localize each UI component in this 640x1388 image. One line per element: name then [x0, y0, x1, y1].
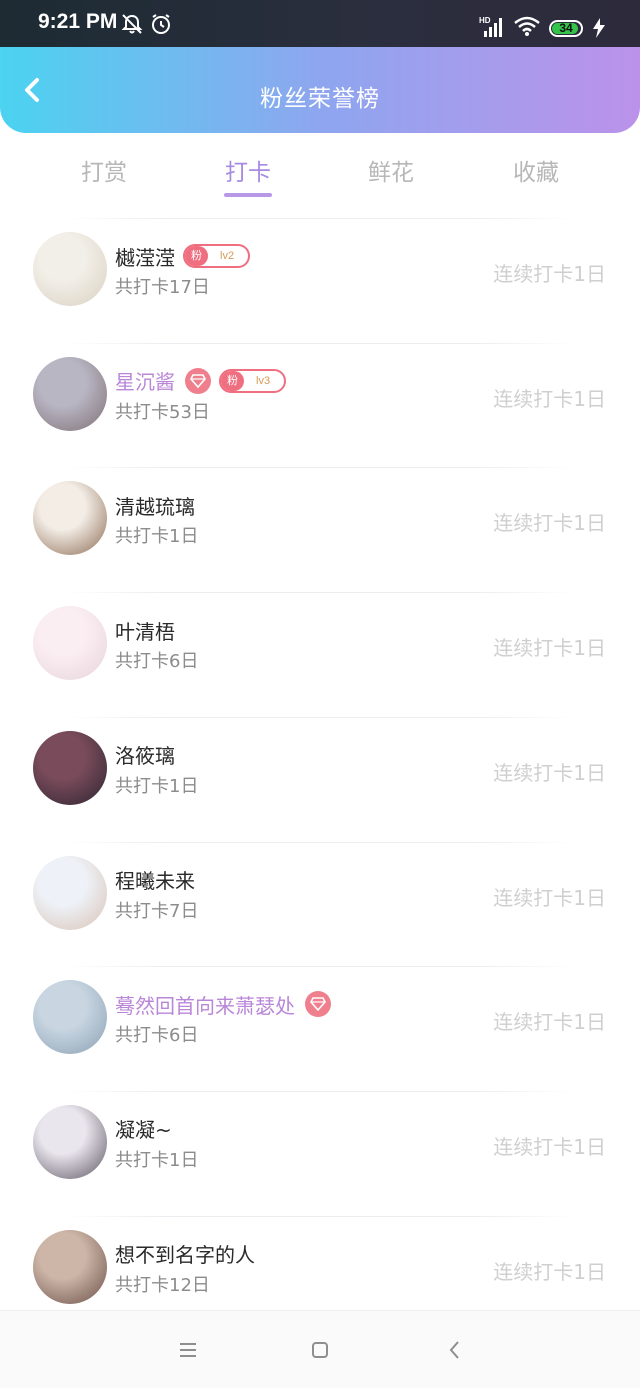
svg-text:HD: HD: [479, 16, 491, 25]
row-divider: [64, 966, 576, 968]
list-item[interactable]: 清越琉璃共打卡1日 连续打卡1日: [0, 467, 640, 591]
list-item[interactable]: 蓦然回首向来萧瑟处 共打卡6日 连续打卡1日: [0, 966, 640, 1090]
tab-bar: 打赏 打卡 鲜花 收藏: [0, 133, 640, 219]
status-bar: 9:21 PM HD 34: [0, 0, 640, 47]
user-name: 洛筱璃: [115, 744, 175, 769]
user-name: 樾滢滢: [115, 245, 175, 270]
row-divider: [64, 467, 576, 469]
row-divider: [64, 716, 576, 718]
list-item[interactable]: 程曦未来共打卡7日 连续打卡1日: [0, 841, 640, 966]
total-checkins: 共打卡7日: [115, 900, 199, 922]
row-divider: [64, 342, 576, 344]
user-name: 程曦未来: [115, 869, 195, 893]
list-item[interactable]: 凝凝~ 共打卡1日 连续打卡1日: [0, 1090, 640, 1215]
avatar[interactable]: [33, 606, 107, 681]
mute-bell-icon: [121, 14, 143, 34]
total-checkins: 共打卡12日: [115, 1274, 210, 1296]
total-checkins: 共打卡6日: [115, 651, 199, 673]
avatar[interactable]: [33, 980, 107, 1055]
avatar[interactable]: [33, 1229, 107, 1304]
name-line: 凝凝~: [115, 1115, 172, 1143]
active-tab-indicator: [224, 193, 272, 197]
avatar[interactable]: [33, 1104, 107, 1179]
avatar[interactable]: [33, 481, 107, 556]
streak-checkins: 连续打卡1日: [493, 1134, 606, 1159]
name-line: 星沉酱 粉 lv3: [115, 367, 287, 395]
row-divider: [64, 1215, 576, 1217]
streak-checkins: 连续打卡1日: [493, 636, 606, 661]
fan-level-badge: 粉 lv2: [183, 244, 251, 268]
tab-checkin[interactable]: 打卡: [188, 153, 308, 187]
user-name: 星沉酱: [115, 370, 175, 395]
total-checkins: 共打卡1日: [115, 1149, 199, 1171]
status-time: 9:21 PM: [38, 10, 118, 33]
streak-checkins: 连续打卡1日: [493, 386, 606, 411]
avatar[interactable]: [33, 730, 107, 805]
streak-checkins: 连续打卡1日: [493, 262, 606, 286]
fan-badge-label: 粉: [221, 370, 244, 391]
name-line: 洛筱璃: [115, 741, 175, 769]
avatar[interactable]: [33, 356, 107, 431]
header: 9:21 PM HD 34 粉丝荣誉榜: [0, 0, 640, 133]
total-checkins: 共打卡1日: [115, 775, 199, 797]
name-line: 程曦未来: [115, 866, 195, 894]
row-divider: [64, 841, 576, 843]
list-item[interactable]: 洛筱璃共打卡1日 连续打卡1日: [0, 716, 640, 841]
streak-checkins: 连续打卡1日: [493, 760, 606, 785]
row-divider: [64, 1090, 576, 1092]
name-line: 清越琉璃: [115, 491, 195, 519]
name-line: 叶清梧: [115, 616, 175, 644]
row-divider: [64, 218, 576, 219]
streak-checkins: 连续打卡1日: [493, 1259, 606, 1284]
diamond-icon: [185, 367, 211, 394]
user-name: 清越琉璃: [115, 494, 195, 519]
home-square-icon[interactable]: [307, 1337, 333, 1363]
total-checkins: 共打卡17日: [115, 277, 210, 298]
diamond-icon: [305, 991, 331, 1018]
hd-signal-icon: HD: [479, 16, 502, 37]
streak-checkins: 连续打卡1日: [493, 511, 606, 536]
fan-level-badge: 粉 lv3: [219, 368, 287, 393]
tab-flowers[interactable]: 鲜花: [331, 153, 451, 187]
alarm-icon: [152, 14, 170, 34]
list-item[interactable]: 樾滢滢粉 lv2 共打卡17日 连续打卡1日: [0, 218, 640, 342]
row-divider: [64, 592, 576, 594]
streak-checkins: 连续打卡1日: [493, 885, 606, 910]
fan-badge-level: lv2: [220, 250, 235, 262]
tab-reward[interactable]: 打赏: [44, 153, 164, 187]
list-item[interactable]: 叶清梧共打卡6日 连续打卡1日: [0, 592, 640, 716]
total-checkins: 共打卡6日: [115, 1025, 199, 1047]
name-line: 蓦然回首向来萧瑟处: [115, 990, 331, 1018]
page-title: 粉丝荣誉榜: [260, 86, 380, 112]
fan-badge-label: 粉: [185, 246, 208, 266]
tab-favorites[interactable]: 收藏: [476, 153, 596, 187]
fan-badge-level: lv3: [256, 374, 271, 387]
battery-level: 34: [559, 21, 573, 35]
back-triangle-icon[interactable]: [442, 1337, 468, 1363]
streak-checkins: 连续打卡1日: [493, 1010, 606, 1035]
user-name: 想不到名字的人: [115, 1243, 255, 1268]
name-line: 想不到名字的人: [115, 1240, 255, 1268]
user-name: 蓦然回首向来萧瑟处: [115, 993, 295, 1018]
user-name: 凝凝~: [115, 1118, 172, 1143]
total-checkins: 共打卡53日: [115, 401, 210, 423]
charging-icon: [593, 18, 605, 38]
wifi-icon: [514, 16, 540, 36]
avatar[interactable]: [33, 232, 107, 306]
system-nav-bar: [0, 1310, 640, 1388]
list-item[interactable]: 星沉酱 粉 lv3 共打卡53日 连续打卡1日: [0, 342, 640, 467]
battery-icon: 34: [549, 20, 583, 37]
name-line: 樾滢滢粉 lv2: [115, 242, 251, 270]
user-name: 叶清梧: [115, 619, 175, 644]
menu-icon[interactable]: [175, 1337, 201, 1363]
avatar[interactable]: [33, 855, 107, 930]
title-bar: 粉丝荣誉榜: [0, 47, 640, 133]
total-checkins: 共打卡1日: [115, 526, 199, 548]
